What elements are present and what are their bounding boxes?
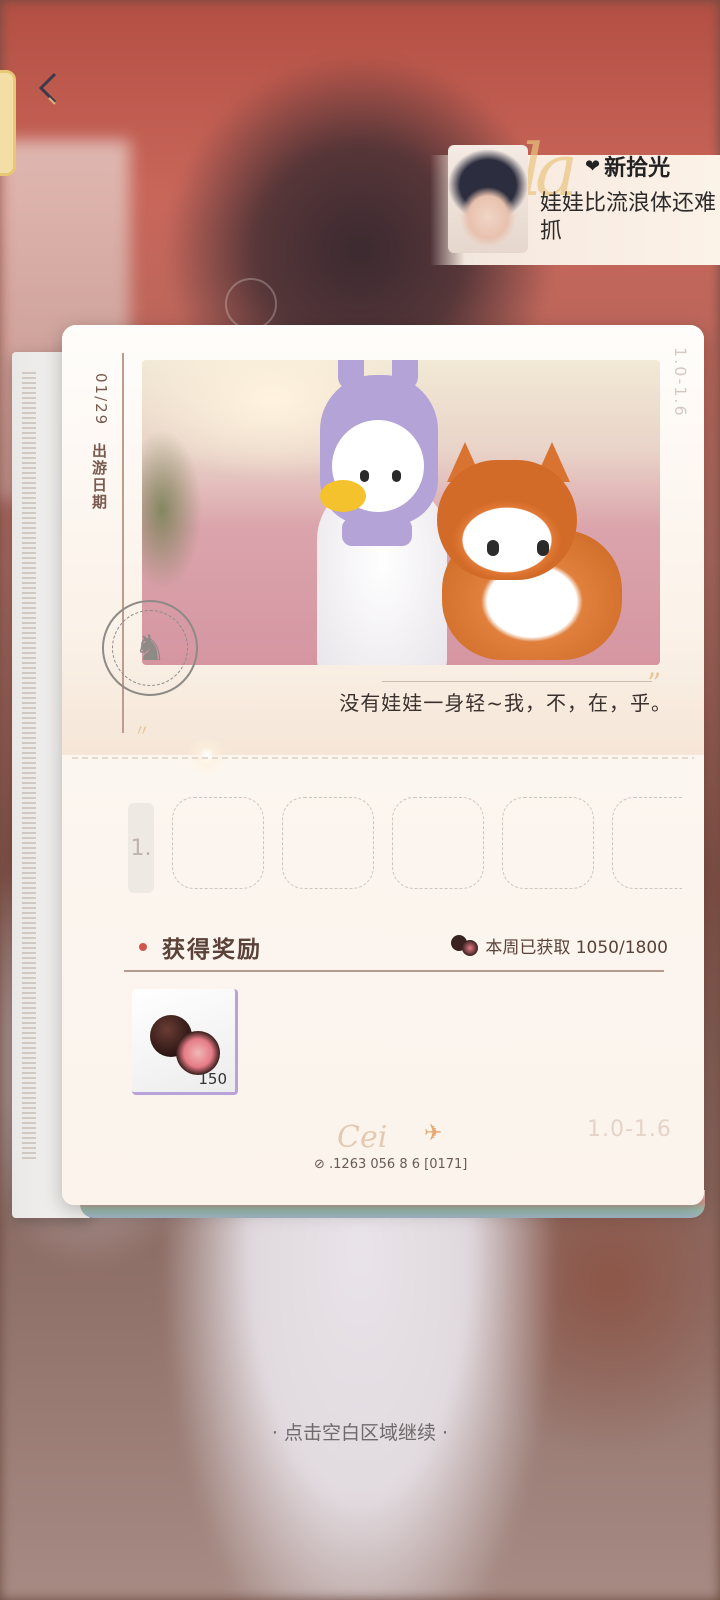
sticker-slot[interactable] — [612, 797, 682, 889]
photo-caption: 没有娃娃一身轻~我，不，在，乎。 — [339, 691, 672, 715]
sticker-slot[interactable] — [282, 797, 374, 889]
chocolate-icon — [451, 934, 479, 957]
outing-date-label: 出游日期 — [90, 443, 108, 511]
signature-logo: Cei — [337, 1120, 388, 1155]
outing-date: 01/29 — [92, 373, 110, 427]
footer-serial: ⊘ .1263 056 8 6 [0171] — [314, 1157, 468, 1172]
character-name-row: ❤ 新拾光 — [585, 150, 670, 182]
quote-underline — [382, 681, 652, 682]
journal-card: 01/29 出游日期 1.0-1.6 ♞ ” 没有娃娃一身轻~我，不，在，乎。 … — [62, 325, 704, 1205]
bullet-dot — [139, 943, 147, 951]
sticker-slot[interactable] — [392, 797, 484, 889]
reward-quantity: 150 — [198, 1070, 227, 1088]
weekly-progress-text: 本周已获取 1050/1800 — [485, 938, 668, 958]
character-dialogue: 娃娃比流浪体还难抓 — [540, 191, 717, 244]
sparkle — [187, 735, 227, 775]
bokeh-ring — [225, 278, 277, 330]
sticker-slot[interactable] — [502, 797, 594, 889]
side-code: 1.0-1.6 — [671, 347, 690, 418]
version-code: 1.0-1.6 — [587, 1117, 672, 1142]
postmark-stamp: ♞ — [102, 600, 198, 696]
deco-marks: 〃 — [134, 721, 151, 740]
rewards-divider — [124, 970, 664, 972]
chevron-left-icon — [38, 72, 57, 105]
weekly-progress: 本周已获取 1050/1800 — [451, 933, 668, 958]
character-avatar — [448, 145, 528, 253]
perforation — [72, 757, 694, 759]
continue-hint: · 点击空白区域继续 · — [271, 1422, 449, 1444]
rewards-title: 获得奖励 — [162, 936, 262, 963]
heart-icon: ❤ — [585, 155, 601, 177]
sticker-slot[interactable] — [172, 797, 264, 889]
outing-photo — [142, 360, 660, 665]
airplane-icon: ✈ — [424, 1121, 443, 1146]
side-tab[interactable] — [0, 70, 16, 176]
reward-item[interactable]: 150 — [132, 989, 238, 1095]
back-button[interactable] — [28, 70, 68, 110]
character-name: 新拾光 — [604, 156, 671, 181]
slot-tab[interactable]: 1. — [128, 803, 154, 893]
